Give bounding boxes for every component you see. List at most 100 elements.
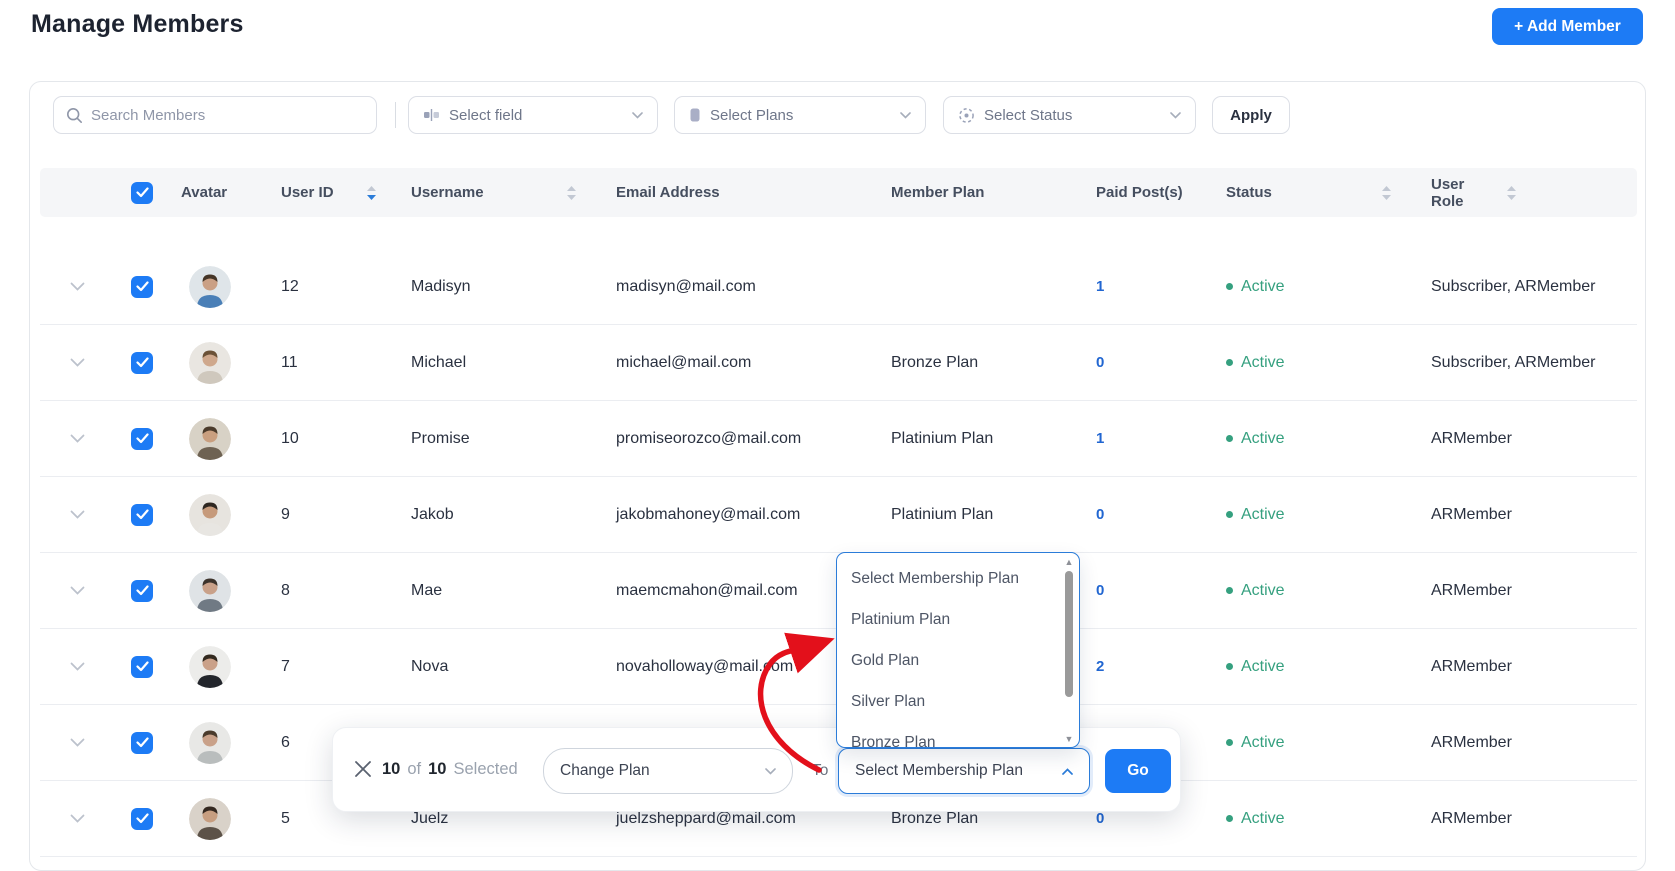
- paid-posts-cell: 2: [1086, 658, 1216, 675]
- status-dot-icon: [1226, 815, 1233, 822]
- avatar-cell: [171, 645, 271, 688]
- status-dot-icon: [1226, 511, 1233, 518]
- avatar: [189, 569, 231, 612]
- row-checkbox[interactable]: [131, 579, 153, 602]
- plan-option[interactable]: Platinium Plan: [837, 599, 1079, 640]
- user-role-cell: ARMember: [1431, 429, 1512, 447]
- plan-option[interactable]: Gold Plan: [837, 640, 1079, 681]
- status-dot-icon: [1226, 283, 1233, 290]
- chevron-down-icon: [900, 111, 911, 119]
- status-dot-icon: [1226, 359, 1233, 366]
- row-checkbox[interactable]: [131, 427, 153, 450]
- column-user-id[interactable]: User ID: [271, 184, 401, 201]
- row-expand[interactable]: [60, 434, 121, 443]
- add-member-button[interactable]: + Add Member: [1492, 8, 1643, 45]
- user-role-cell: ARMember: [1431, 733, 1512, 751]
- sort-icon[interactable]: [1507, 185, 1516, 200]
- select-field-dropdown[interactable]: Select field: [408, 96, 658, 134]
- row-checkbox[interactable]: [131, 655, 153, 678]
- user-role-cell: ARMember: [1431, 505, 1512, 523]
- row-select: [121, 655, 171, 678]
- chevron-down-icon: [70, 282, 85, 291]
- sort-icon[interactable]: [367, 185, 376, 200]
- user-role-cell: ARMember: [1431, 809, 1512, 827]
- close-icon[interactable]: [354, 760, 372, 778]
- avatar-cell: [171, 341, 271, 384]
- selection-count: 10 of 10 Selected: [382, 760, 518, 778]
- row-checkbox[interactable]: [131, 275, 153, 298]
- row-expand[interactable]: [60, 662, 121, 671]
- select-all-checkbox[interactable]: [131, 181, 153, 204]
- row-expand[interactable]: [60, 586, 121, 595]
- plan-option[interactable]: Bronze Plan: [837, 722, 1079, 748]
- paid-posts-link[interactable]: 1: [1096, 278, 1104, 295]
- row-expand[interactable]: [60, 738, 121, 747]
- paid-posts-link[interactable]: 0: [1096, 582, 1104, 599]
- paid-posts-cell: 1: [1086, 278, 1216, 295]
- filter-bar: Select field Select Plans Select Status …: [30, 82, 1645, 148]
- row-select: [121, 503, 171, 526]
- status-badge: Active: [1241, 505, 1285, 523]
- scroll-up-icon[interactable]: ▲: [1064, 558, 1074, 567]
- avatar: [189, 493, 231, 536]
- sort-icon[interactable]: [1382, 185, 1391, 200]
- avatar-cell: [171, 417, 271, 460]
- chevron-down-icon: [70, 814, 85, 823]
- header-select-all: [121, 181, 171, 204]
- column-user-role[interactable]: User Role: [1421, 176, 1611, 210]
- paid-posts-cell: 1: [1086, 430, 1216, 447]
- paid-posts-link[interactable]: 0: [1096, 354, 1104, 371]
- username-cell: Jakob: [411, 505, 454, 523]
- search-input[interactable]: [91, 106, 364, 124]
- paid-posts-link[interactable]: 0: [1096, 506, 1104, 523]
- sort-icon[interactable]: [567, 185, 576, 200]
- paid-posts-link[interactable]: 2: [1096, 658, 1104, 675]
- chevron-down-icon: [70, 738, 85, 747]
- plan-option[interactable]: Silver Plan: [837, 681, 1079, 722]
- paid-posts-link[interactable]: 1: [1096, 430, 1104, 447]
- row-checkbox[interactable]: [131, 807, 153, 830]
- column-status[interactable]: Status: [1216, 184, 1421, 201]
- status-badge: Active: [1241, 353, 1285, 371]
- row-checkbox[interactable]: [131, 503, 153, 526]
- row-expand[interactable]: [60, 358, 121, 367]
- scroll-down-icon[interactable]: ▼: [1064, 735, 1074, 744]
- status-dot-icon: [1226, 587, 1233, 594]
- username-cell: Madisyn: [411, 277, 471, 295]
- bulk-action-dropdown[interactable]: Change Plan: [543, 748, 793, 794]
- go-button[interactable]: Go: [1105, 749, 1171, 793]
- row-checkbox[interactable]: [131, 731, 153, 754]
- status-cell: Active: [1216, 354, 1421, 372]
- avatar: [189, 721, 231, 764]
- chevron-down-icon: [70, 358, 85, 367]
- plan-option[interactable]: Select Membership Plan: [837, 558, 1079, 599]
- email-cell: promiseorozco@mail.com: [616, 429, 802, 447]
- select-plans-dropdown[interactable]: Select Plans: [674, 96, 926, 134]
- username-cell: Juelz: [411, 809, 449, 827]
- column-username[interactable]: Username: [401, 184, 606, 201]
- apply-button[interactable]: Apply: [1212, 96, 1290, 134]
- row-expand[interactable]: [60, 510, 121, 519]
- avatar: [189, 645, 231, 688]
- search-box[interactable]: [53, 96, 377, 134]
- user-role-cell: ARMember: [1431, 581, 1512, 599]
- bulk-plan-dropdown[interactable]: Select Membership Plan: [838, 748, 1090, 794]
- chevron-down-icon: [70, 434, 85, 443]
- select-status-dropdown[interactable]: Select Status: [943, 96, 1196, 134]
- paid-posts-link[interactable]: 0: [1096, 810, 1104, 827]
- username-cell: Nova: [411, 657, 449, 675]
- avatar-cell: [171, 797, 271, 840]
- status-cell: Active: [1216, 430, 1421, 448]
- status-badge: Active: [1241, 429, 1285, 447]
- scrollbar-thumb[interactable]: [1065, 571, 1073, 697]
- row-expand[interactable]: [60, 282, 121, 291]
- user-role-cell: Subscriber, ARMember: [1431, 277, 1596, 295]
- table-row: 10 Promise promiseorozco@mail.com Platin…: [40, 401, 1637, 477]
- member-plan-cell: Bronze Plan: [891, 353, 979, 371]
- user-role-cell: ARMember: [1431, 657, 1512, 675]
- status-badge: Active: [1241, 733, 1285, 751]
- row-select: [121, 427, 171, 450]
- row-expand[interactable]: [60, 814, 121, 823]
- row-checkbox[interactable]: [131, 351, 153, 374]
- avatar-cell: [171, 265, 271, 308]
